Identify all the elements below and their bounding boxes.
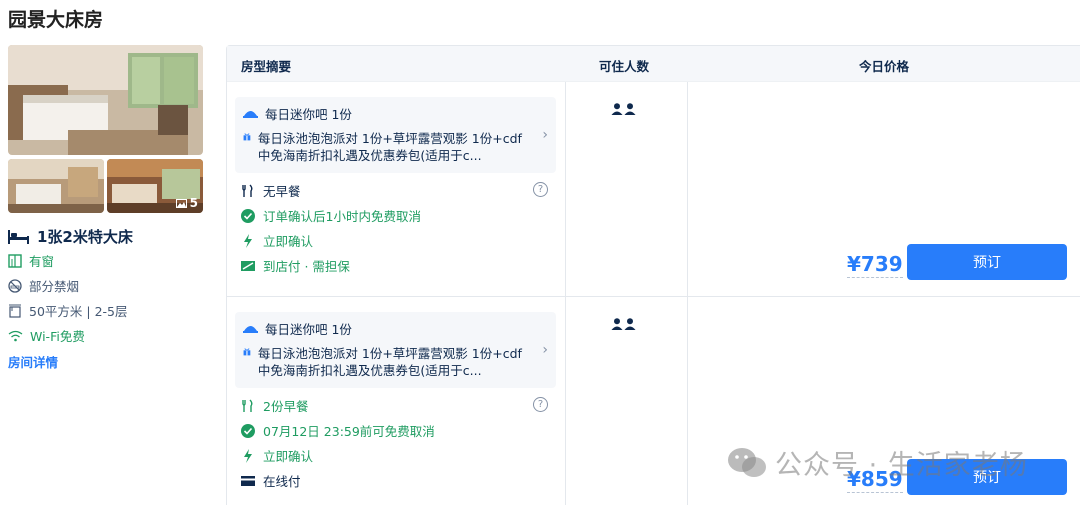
header-summary: 房型摘要	[241, 59, 292, 74]
check-circle-icon	[241, 208, 255, 223]
chevron-right-icon[interactable]: ›	[542, 127, 548, 143]
table-header: 房型摘要 可住人数 今日价格	[227, 46, 1080, 82]
person-icon	[624, 318, 636, 330]
header-guests: 可住人数	[599, 59, 650, 74]
person-icon	[611, 318, 623, 330]
price: ¥739	[847, 252, 903, 278]
facility-wifi: Wi-Fi免费	[8, 326, 85, 345]
room-title: 园景大床房	[8, 9, 104, 31]
bed-type: 1张2米特大床	[37, 228, 133, 246]
area-icon	[9, 304, 21, 318]
room-detail-link[interactable]: 房间详情	[8, 352, 58, 371]
lightning-icon	[244, 448, 252, 463]
credit-card-icon	[241, 475, 255, 486]
payment-info: 到店付 · 需担保	[241, 256, 350, 275]
window-icon	[8, 253, 22, 268]
cutlery-icon	[242, 184, 253, 197]
package-box[interactable]: 每日迷你吧 1份 每日泳池泡泡派对 1份+草坪露营观影 1份+cdf中免海南折扣…	[235, 312, 556, 388]
guest-capacity	[611, 103, 636, 115]
image-icon	[175, 198, 187, 208]
person-icon	[624, 103, 636, 115]
book-button[interactable]: 预订	[907, 244, 1067, 280]
payment-info: 在线付	[241, 471, 301, 490]
pay-at-hotel-icon	[241, 260, 255, 271]
package-item: 每日迷你吧 1份	[243, 321, 533, 338]
room-photo-thumb[interactable]: 5	[107, 159, 203, 213]
room-photo-main[interactable]	[8, 45, 203, 155]
package-item: 每日泳池泡泡派对 1份+草坪露营观影 1份+cdf中免海南折扣礼遇及优惠券包(适…	[243, 130, 533, 164]
gift-icon	[243, 133, 251, 141]
guest-capacity	[611, 318, 636, 330]
help-icon[interactable]: ?	[533, 397, 548, 412]
header-price: 今日价格	[859, 59, 910, 74]
package-item: 每日泳池泡泡派对 1份+草坪露营观影 1份+cdf中免海南折扣礼遇及优惠券包(适…	[243, 345, 533, 379]
meal-info: 2份早餐	[241, 396, 308, 415]
rate-table: 房型摘要 可住人数 今日价格 每日迷你吧 1份 每日泳池泡泡派对 1份+草坪露营…	[226, 45, 1080, 505]
minibar-icon	[243, 326, 258, 333]
wechat-icon	[728, 447, 766, 477]
cancel-policy: 订单确认后1小时内免费取消	[241, 206, 421, 225]
confirm-info: 立即确认	[241, 446, 313, 465]
chevron-right-icon[interactable]: ›	[542, 342, 548, 358]
room-photo-thumb[interactable]	[8, 159, 104, 213]
help-icon[interactable]: ?	[533, 182, 548, 197]
minibar-icon	[243, 111, 258, 118]
lightning-icon	[244, 233, 252, 248]
meal-info: 无早餐	[241, 181, 301, 200]
gift-icon	[243, 348, 251, 356]
facility-area: 50平方米 | 2-5层	[8, 301, 127, 320]
package-box[interactable]: 每日迷你吧 1份 每日泳池泡泡派对 1份+草坪露营观影 1份+cdf中免海南折扣…	[235, 97, 556, 173]
confirm-info: 立即确认	[241, 231, 313, 250]
facility-window: 有窗	[8, 251, 54, 270]
no-smoking-icon	[8, 278, 22, 293]
photo-count-badge: 5	[175, 196, 198, 210]
facility-smoking: 部分禁烟	[8, 276, 79, 295]
bed-icon	[8, 229, 29, 244]
cutlery-icon	[242, 399, 253, 412]
package-item: 每日迷你吧 1份	[243, 106, 533, 123]
bed-info: 1张2米特大床	[8, 226, 133, 247]
check-circle-icon	[241, 423, 255, 438]
watermark: 公众号 · 生活家老杨	[727, 443, 1028, 482]
person-icon	[611, 103, 623, 115]
cancel-policy: 07月12日 23:59前可免费取消	[241, 421, 435, 440]
wifi-icon	[8, 330, 23, 341]
